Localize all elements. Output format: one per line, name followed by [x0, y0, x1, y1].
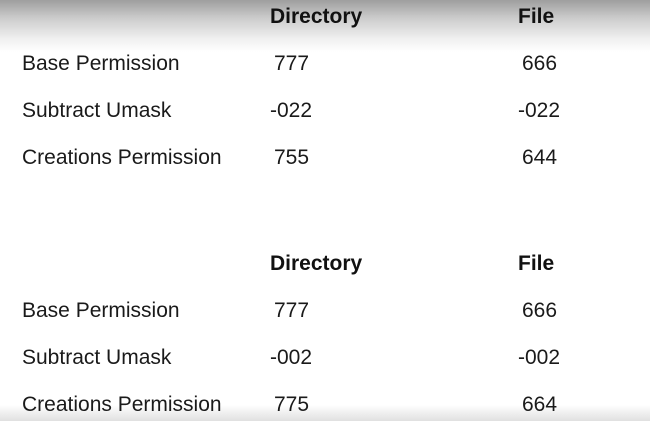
row-label-base-permission: Base Permission	[22, 52, 180, 75]
subtract-umask-file-value: -022	[518, 99, 561, 122]
row-label-subtract-umask: Subtract Umask	[22, 99, 172, 122]
creations-permission-file-value: 644	[522, 146, 558, 169]
subtract-umask-directory-value: -002	[270, 346, 313, 369]
row-label-base-permission: Base Permission	[22, 299, 180, 322]
header-directory: Directory	[270, 5, 363, 28]
base-permission-directory-value: 777	[274, 52, 310, 75]
row-label-subtract-umask: Subtract Umask	[22, 346, 172, 369]
creations-permission-file-value: 664	[522, 393, 558, 416]
row-label-creations-permission: Creations Permission	[22, 146, 222, 169]
header-directory: Directory	[270, 252, 363, 275]
base-permission-file-value: 666	[522, 52, 558, 75]
subtract-umask-directory-value: -022	[270, 99, 313, 122]
subtract-umask-file-value: -002	[518, 346, 561, 369]
creations-permission-directory-value: 775	[274, 393, 310, 416]
base-permission-directory-value: 777	[274, 299, 310, 322]
creations-permission-directory-value: 755	[274, 146, 310, 169]
base-permission-file-value: 666	[522, 299, 558, 322]
header-file: File	[518, 252, 555, 275]
header-file: File	[518, 5, 555, 28]
permission-table-umask-002: Directory File Base Permission 777 666 S…	[0, 247, 650, 437]
permission-table-umask-022: Directory File Base Permission 777 666 S…	[0, 0, 650, 190]
row-label-creations-permission: Creations Permission	[22, 393, 222, 416]
